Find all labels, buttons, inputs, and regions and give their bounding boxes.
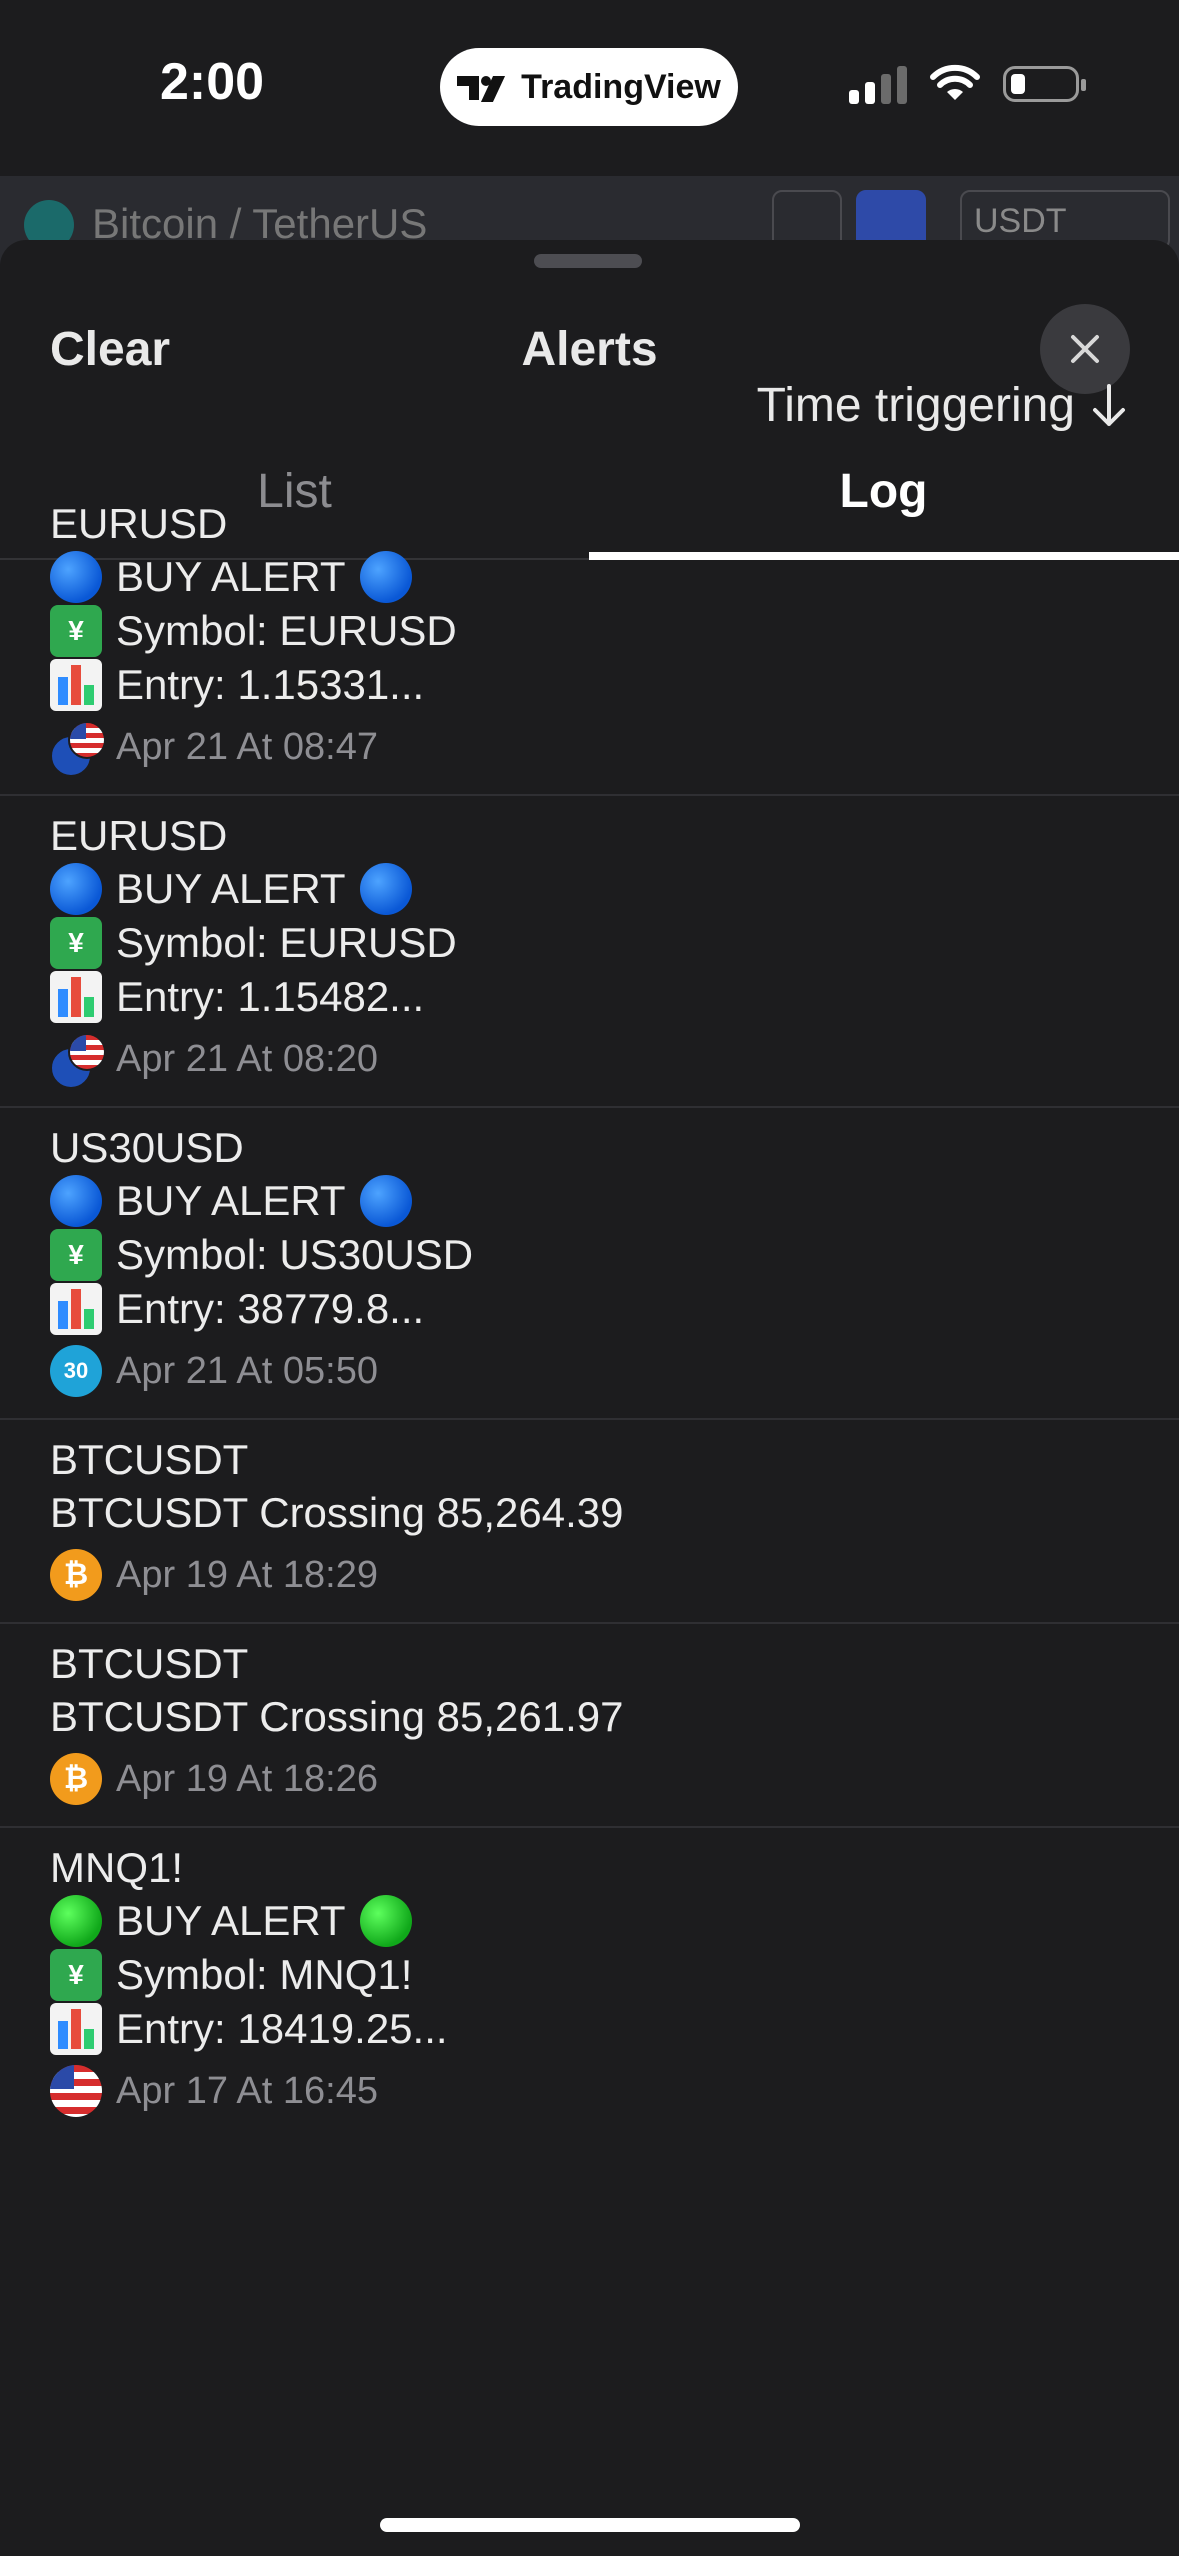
- log-item-symbol: EURUSD: [50, 812, 228, 859]
- log-item-line: Entry: 38779.8...: [50, 1282, 1129, 1336]
- status-bar: 2:00 TradingView: [0, 0, 1179, 176]
- log-item-meta: Apr 21 At 08:20: [50, 1032, 1129, 1089]
- wifi-icon: [930, 64, 980, 100]
- log-item[interactable]: EURUSD BUY ALERT ¥ Symbol: EURUSD Entry:…: [0, 796, 1179, 1108]
- log-item-text: BUY ALERT: [116, 1177, 346, 1224]
- bar-chart-icon: [50, 2003, 102, 2055]
- chart-yen-icon: ¥: [50, 917, 102, 969]
- battery-icon: [1003, 66, 1086, 102]
- us-flag-icon: [50, 2065, 102, 2117]
- log-item-meta: Apr 17 At 16:45: [50, 2064, 1129, 2118]
- log-item-text: Symbol: EURUSD: [116, 919, 457, 966]
- log-item-line: BUY ALERT: [50, 550, 1129, 604]
- log-item-line: ¥ Symbol: US30USD: [50, 1228, 1129, 1282]
- log-item-symbol: BTCUSDT: [50, 1436, 249, 1483]
- log-item-symbol: BTCUSDT: [50, 1640, 249, 1687]
- close-icon: [1071, 335, 1099, 363]
- log-item-meta: ₿ Apr 19 At 18:29: [50, 1548, 1129, 1602]
- log-item-text: BTCUSDT Crossing 85,264.39: [50, 1489, 624, 1536]
- log-item[interactable]: US30USD BUY ALERT ¥ Symbol: US30USD Entr…: [0, 1108, 1179, 1420]
- status-time: 2:00: [160, 53, 265, 111]
- log-item-symbol: MNQ1!: [50, 1844, 184, 1891]
- log-item[interactable]: BTCUSDT BTCUSDT Crossing 85,264.39 ₿ Apr…: [0, 1420, 1179, 1624]
- log-item-time: Apr 19 At 18:29: [116, 1554, 378, 1596]
- alert-log-list: EURUSD BUY ALERT ¥ Symbol: EURUSD Entry:…: [0, 484, 1179, 2138]
- log-item-line: Entry: 1.15331...: [50, 658, 1129, 712]
- log-item-line: BUY ALERT: [50, 1174, 1129, 1228]
- chart-yen-icon: ¥: [50, 605, 102, 657]
- log-item-time: Apr 21 At 08:47: [116, 726, 378, 768]
- tradingview-pill[interactable]: TradingView: [440, 48, 738, 126]
- log-item-text: Entry: 38779.8...: [116, 1285, 425, 1332]
- log-item-text: Entry: 1.15482...: [116, 973, 425, 1020]
- log-item-text: Symbol: EURUSD: [116, 607, 457, 654]
- log-item-meta: 30 Apr 21 At 05:50: [50, 1344, 1129, 1398]
- chart-yen-icon: ¥: [50, 1229, 102, 1281]
- log-item-time: Apr 21 At 05:50: [116, 1350, 378, 1392]
- log-item-text: BUY ALERT: [116, 865, 346, 912]
- bar-chart-icon: [50, 971, 102, 1023]
- log-item-symbol: US30USD: [50, 1124, 244, 1171]
- status-icons: [849, 64, 1086, 104]
- bitcoin-icon: ₿: [50, 1753, 102, 1805]
- log-item[interactable]: BTCUSDT BTCUSDT Crossing 85,261.97 ₿ Apr…: [0, 1624, 1179, 1828]
- sheet-title: Alerts: [521, 323, 658, 376]
- green-circle-icon: [359, 1895, 412, 1947]
- log-item-time: Apr 19 At 18:26: [116, 1758, 378, 1800]
- bitcoin-icon: ₿: [50, 1549, 102, 1601]
- green-circle-icon: [50, 1895, 102, 1947]
- tradingview-pill-label: TradingView: [521, 67, 721, 106]
- blue-circle-icon: [359, 1175, 412, 1227]
- log-item-line: BUY ALERT: [50, 1894, 1129, 1948]
- log-item-meta: Apr 21 At 08:47: [50, 720, 1129, 777]
- blue-circle-icon: [359, 551, 412, 603]
- log-item-text: Symbol: US30USD: [116, 1231, 474, 1278]
- log-item-meta: ₿ Apr 19 At 18:26: [50, 1752, 1129, 1806]
- sheet-grabber[interactable]: [534, 254, 642, 268]
- log-item-text: BUY ALERT: [116, 1897, 346, 1944]
- bar-chart-icon: [50, 1283, 102, 1335]
- blue-circle-icon: [359, 863, 412, 915]
- tradingview-logo-icon: [457, 72, 509, 102]
- log-item-line: Entry: 1.15482...: [50, 970, 1129, 1024]
- log-item-text: Entry: 18419.25...: [116, 2005, 448, 2052]
- log-item[interactable]: EURUSD BUY ALERT ¥ Symbol: EURUSD Entry:…: [0, 484, 1179, 796]
- chart-yen-icon: ¥: [50, 1949, 102, 2001]
- log-item-line: ¥ Symbol: EURUSD: [50, 916, 1129, 970]
- log-item-time: Apr 17 At 16:45: [116, 2070, 378, 2112]
- bar-chart-icon: [50, 659, 102, 711]
- home-indicator[interactable]: [380, 2518, 800, 2532]
- log-item-text: BTCUSDT Crossing 85,261.97: [50, 1693, 624, 1740]
- log-item[interactable]: MNQ1! BUY ALERT ¥ Symbol: MNQ1! Entry: 1…: [0, 1828, 1179, 2138]
- log-item-text: BUY ALERT: [116, 553, 346, 600]
- eurusd-flags-icon: [50, 1033, 106, 1089]
- us30-badge-icon: 30: [50, 1345, 102, 1397]
- log-item-text: Symbol: MNQ1!: [116, 1951, 413, 1998]
- blue-circle-icon: [50, 1175, 102, 1227]
- blue-circle-icon: [50, 863, 102, 915]
- log-item-time: Apr 21 At 08:20: [116, 1038, 378, 1080]
- cellular-signal-icon: [849, 64, 907, 104]
- log-item-text: Entry: 1.15331...: [116, 661, 425, 708]
- sort-button[interactable]: Time triggering: [757, 378, 1129, 433]
- sort-label: Time triggering: [756, 379, 1075, 432]
- log-item-line: ¥ Symbol: EURUSD: [50, 604, 1129, 658]
- blue-circle-icon: [50, 551, 102, 603]
- log-item-line: ¥ Symbol: MNQ1!: [50, 1948, 1129, 2002]
- eurusd-flags-icon: [50, 721, 106, 777]
- arrow-down-icon: [1093, 383, 1125, 426]
- log-item-line: Entry: 18419.25...: [50, 2002, 1129, 2056]
- log-item-symbol: EURUSD: [50, 500, 228, 547]
- log-item-line: BUY ALERT: [50, 862, 1129, 916]
